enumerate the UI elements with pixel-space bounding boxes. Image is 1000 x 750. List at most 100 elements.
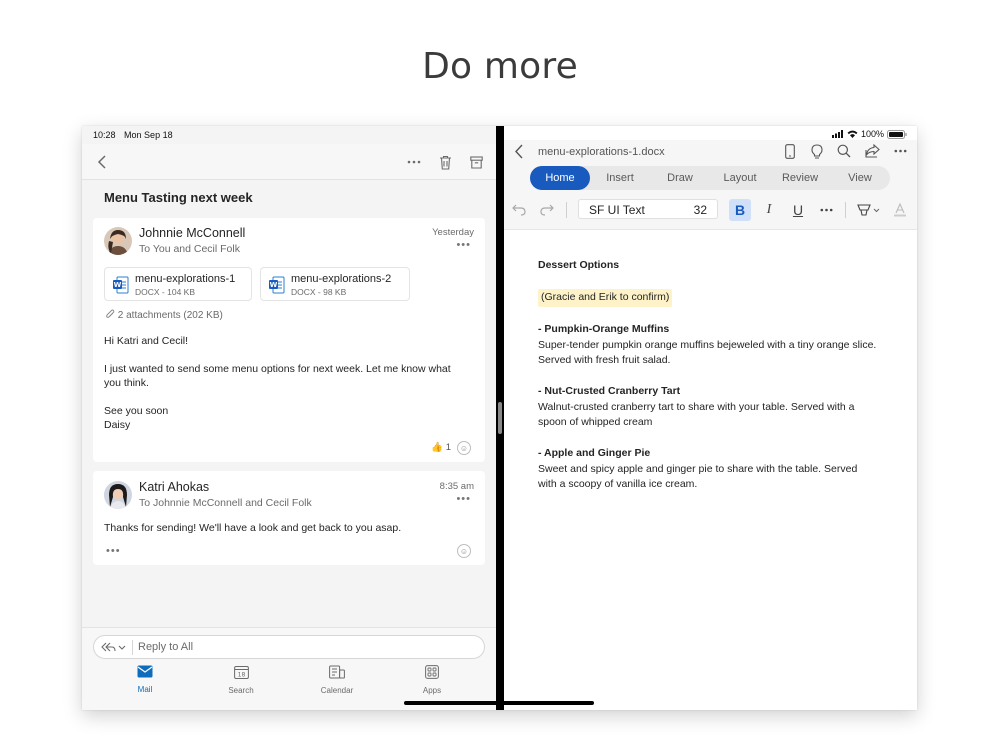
ellipsis-icon	[407, 160, 421, 164]
search-button[interactable]	[836, 142, 852, 160]
trash-icon	[439, 155, 451, 170]
archive-button[interactable]	[466, 151, 486, 173]
mail-toolbar	[82, 144, 496, 180]
doc-item-title: - Apple and Ginger Pie	[538, 447, 651, 459]
split-view-handle[interactable]	[498, 402, 502, 434]
message-card-johnnie[interactable]: Johnnie McConnell To You and Cecil Folk …	[93, 218, 485, 462]
battery-icon	[887, 129, 907, 139]
add-reaction-button[interactable]: ☺	[457, 441, 471, 455]
more-options-button[interactable]	[404, 152, 424, 172]
home-indicator[interactable]	[404, 701, 594, 705]
toolbar-divider	[845, 202, 846, 218]
undo-button[interactable]	[508, 199, 530, 221]
attachment-meta: DOCX - 104 KB	[135, 287, 195, 297]
doc-highlighted-note: (Gracie and Erik to confirm)	[538, 289, 673, 307]
underline-button[interactable]: U	[787, 199, 809, 221]
tab-insert[interactable]: Insert	[590, 166, 650, 190]
highlight-button[interactable]	[854, 199, 884, 221]
more-options-button[interactable]	[891, 142, 909, 160]
document-canvas[interactable]: Dessert Options (Gracie and Erik to conf…	[538, 258, 878, 493]
attachment-1[interactable]: W menu-explorations-1 DOCX - 104 KB	[104, 267, 252, 301]
smiley-icon: ☺	[459, 546, 469, 556]
attachment-2[interactable]: W menu-explorations-2 DOCX - 98 KB	[260, 267, 410, 301]
mobile-view-button[interactable]	[782, 142, 798, 160]
share-button[interactable]	[863, 142, 881, 160]
reply-all-input[interactable]: Reply to All	[93, 635, 485, 659]
show-quoted-button[interactable]: •••	[106, 545, 121, 557]
attachment-name: menu-explorations-1	[135, 273, 236, 285]
body-greeting: Hi Katri and Cecil!	[104, 335, 189, 347]
doc-item-desc: Super-tender pumpkin orange muffins beje…	[538, 338, 877, 367]
tab-label: Mail	[137, 685, 153, 694]
font-size[interactable]: 32	[694, 203, 707, 217]
font-picker[interactable]: SF UI Text 32	[578, 199, 718, 219]
add-reaction-button[interactable]: ☺	[457, 544, 471, 558]
reaction-count: 1	[445, 442, 451, 453]
tab-search[interactable]: 18 Search	[206, 665, 276, 695]
message-time: 8:35 am	[439, 481, 474, 492]
tab-home[interactable]: Home	[530, 166, 590, 190]
tab-label: Search	[228, 686, 254, 695]
doc-item-desc: Walnut-crusted cranberry tart to share w…	[538, 400, 855, 429]
message-card-katri[interactable]: Katri Ahokas To Johnnie McConnell and Ce…	[93, 471, 485, 565]
reply-placeholder: Reply to All	[138, 641, 194, 653]
highlighter-icon	[857, 204, 880, 216]
tab-apps[interactable]: Apps	[397, 665, 467, 695]
message-more-button[interactable]: •••	[456, 239, 471, 251]
avatar-johnnie	[104, 227, 132, 255]
ideas-button[interactable]	[809, 142, 825, 160]
mail-pane: 10:28 Mon Sep 18 Menu Tasting next week …	[82, 126, 496, 710]
page-headline: Do more	[422, 46, 578, 87]
more-formatting-button[interactable]	[815, 199, 837, 221]
document-title[interactable]: menu-explorations-1.docx	[538, 146, 665, 158]
redo-button[interactable]	[536, 199, 558, 221]
font-name: SF UI Text	[589, 203, 645, 217]
underline-icon: U	[792, 202, 804, 218]
message-time: Yesterday	[432, 227, 474, 238]
chevron-left-icon	[515, 144, 523, 158]
tab-review[interactable]: Review	[770, 166, 830, 190]
attachment-summary-text: 2 attachments (202 KB)	[117, 310, 223, 321]
tab-mail[interactable]: Mail	[110, 665, 180, 694]
reply-all-icon	[101, 642, 126, 652]
doc-item-title: - Nut-Crusted Cranberry Tart	[538, 385, 681, 397]
doc-item-desc: Sweet and spicy apple and ginger pie to …	[538, 462, 858, 491]
signal-icon	[831, 130, 843, 138]
reaction-badge[interactable]: 👍 1	[431, 442, 451, 453]
phone-icon	[785, 143, 795, 159]
share-icon	[864, 144, 880, 158]
reply-divider	[132, 640, 133, 655]
back-button[interactable]	[92, 152, 112, 172]
tab-label: Apps	[422, 686, 442, 695]
status-time: 10:28	[93, 130, 116, 140]
chevron-left-icon	[97, 155, 106, 169]
word-pane: 100% menu-explorations-1.docx Home Inser…	[504, 126, 917, 710]
attachment-meta: DOCX - 98 KB	[291, 287, 347, 297]
doc-item-title: - Pumpkin-Orange Muffins	[538, 323, 670, 335]
search-icon	[837, 144, 851, 158]
status-date: Mon Sep 18	[124, 130, 173, 140]
italic-button[interactable]: I	[758, 199, 780, 221]
back-button[interactable]	[510, 141, 528, 161]
font-color-icon	[894, 203, 906, 217]
svg-text:W: W	[270, 281, 278, 289]
bold-button[interactable]: B	[729, 199, 751, 221]
ribbon-tab-strip: Home Insert Draw Layout Review View	[530, 166, 890, 190]
ellipsis-icon	[820, 208, 832, 212]
tab-draw[interactable]: Draw	[650, 166, 710, 190]
delete-button[interactable]	[435, 151, 455, 173]
message-more-button[interactable]: •••	[456, 493, 471, 505]
search-calendar-icon: 18	[233, 666, 249, 679]
tab-layout[interactable]: Layout	[710, 166, 770, 190]
compose-footer: Reply to All Mail 18 Search Calendar App	[82, 627, 496, 710]
status-bar-left: 10:28 Mon Sep 18	[93, 130, 179, 140]
tab-calendar[interactable]: Calendar	[302, 665, 372, 695]
attachment-summary[interactable]: 2 attachments (202 KB)	[106, 309, 223, 321]
tab-view[interactable]: View	[830, 166, 890, 190]
word-doc-icon: W	[113, 276, 129, 294]
font-color-button[interactable]	[889, 199, 911, 221]
tablet-device: 10:28 Mon Sep 18 Menu Tasting next week …	[82, 126, 917, 710]
lightbulb-icon	[811, 143, 823, 159]
battery-percent: 100%	[860, 129, 884, 139]
undo-icon	[512, 204, 526, 216]
